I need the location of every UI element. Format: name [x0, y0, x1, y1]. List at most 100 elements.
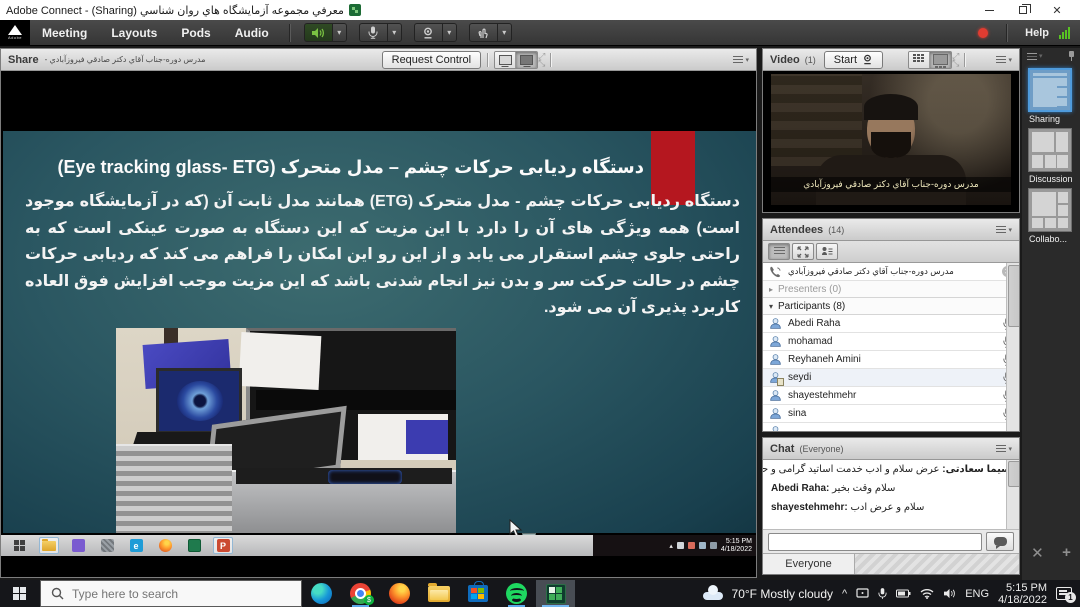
taskbar-search[interactable]: [40, 580, 302, 607]
video-pod-body: مدرس دوره-جناب آقاي دكتر صادقي فيروزآباد…: [763, 71, 1019, 212]
notification-badge: 1: [1065, 592, 1076, 603]
collapse-arrow-icon[interactable]: ▸: [769, 285, 773, 294]
taskbar-clock[interactable]: 5:15 PM 4/18/2022: [998, 582, 1047, 606]
participant-icon: [769, 407, 782, 420]
chat-pod-header: Chat (Everyone) ▾: [763, 438, 1019, 460]
attendee-row[interactable]: Reyhaneh Amini: [763, 351, 1019, 369]
chat-text: سلام و عرض ادب: [850, 502, 924, 513]
host-phone-row[interactable]: مدرس دوره-جناب آقاي دكتر صادقي فيروزآباد…: [763, 263, 1019, 281]
adobe-wordmark: Adobe: [8, 35, 22, 40]
microsoft-store-icon[interactable]: [458, 580, 497, 607]
chat-input[interactable]: [768, 533, 982, 551]
menubar-divider: [1006, 24, 1007, 42]
layout-thumbnail-discussion[interactable]: [1028, 128, 1072, 172]
chrome-icon[interactable]: $: [341, 580, 380, 607]
adobe-a-icon: [8, 25, 22, 35]
breakout-view-icon[interactable]: [792, 243, 814, 260]
speaker-icon[interactable]: [304, 23, 332, 42]
attendees-count: (14): [828, 225, 844, 235]
share-document-name: مدرس دوره-جناب آقاي دكتر صادقي فيروزآباد…: [45, 55, 206, 64]
weather-cloud-icon[interactable]: [703, 588, 723, 600]
search-input[interactable]: [72, 587, 272, 601]
display-tray-icon[interactable]: [856, 588, 869, 600]
pin-icon[interactable]: [1068, 51, 1075, 61]
participants-group-row[interactable]: ▾ Participants (8): [763, 298, 1019, 315]
pod-options-menu-icon[interactable]: ▾: [996, 445, 1012, 453]
layouts-menu-icon[interactable]: ▾: [1027, 52, 1043, 60]
menubar-right: Help: [978, 24, 1080, 42]
pod-options-menu-icon[interactable]: ▾: [996, 56, 1012, 64]
raise-hand-icon[interactable]: [469, 23, 497, 42]
expand-arrow-icon[interactable]: ▾: [769, 302, 773, 311]
fullscreen-icon[interactable]: ⤢⤡: [538, 53, 544, 67]
connection-strength-icon[interactable]: [1059, 27, 1070, 39]
close-button[interactable]: ✕: [1040, 0, 1074, 20]
attendee-status-view-icon[interactable]: [816, 243, 838, 260]
minimize-button[interactable]: [972, 0, 1006, 20]
raise-hand-dropdown[interactable]: ▾: [497, 23, 512, 42]
attendee-row-partial[interactable]: [763, 423, 1019, 431]
volume-tray-icon[interactable]: [943, 588, 956, 599]
scrollbar-thumb[interactable]: [1008, 265, 1019, 327]
attendees-scrollbar[interactable]: [1006, 263, 1019, 431]
speaker-dropdown[interactable]: ▾: [332, 23, 347, 42]
notification-center-icon[interactable]: 1: [1056, 587, 1072, 600]
microphone-dropdown[interactable]: ▾: [387, 23, 402, 42]
weather-label[interactable]: 70°F Mostly cloudy: [732, 587, 834, 601]
filmstrip-view-icon[interactable]: [930, 52, 951, 68]
request-control-button[interactable]: Request Control: [382, 51, 482, 69]
webcam-dropdown[interactable]: ▾: [442, 23, 457, 42]
start-webcam-button[interactable]: Start: [824, 51, 883, 69]
attendee-row[interactable]: shayestehmehr: [763, 387, 1019, 405]
menu-layouts[interactable]: Layouts: [99, 20, 169, 46]
header-divider: [487, 53, 488, 67]
host-name: مدرس دوره-جناب آقاي دكتر صادقي فيروزآباد…: [788, 266, 954, 277]
presenters-group-row[interactable]: ▸ Presenters (0): [763, 281, 1019, 298]
wifi-tray-icon[interactable]: [920, 588, 934, 599]
pod-options-menu-icon[interactable]: ▾: [996, 226, 1012, 234]
adobe-logo: Adobe: [0, 20, 30, 46]
fit-width-icon[interactable]: [516, 52, 537, 68]
attendee-row[interactable]: sina: [763, 405, 1019, 423]
attendee-row-selected[interactable]: seydi: [763, 369, 1019, 387]
restore-button[interactable]: [1006, 0, 1040, 20]
firefox-icon[interactable]: [380, 580, 419, 607]
grid-view-icon[interactable]: [909, 52, 930, 68]
shared-screen: دستگاه ردیابی حرکات چشم – مدل متحرک (Eye…: [1, 71, 756, 577]
attendee-list-view-icon[interactable]: [768, 243, 790, 260]
start-button[interactable]: [0, 580, 40, 607]
attendee-row[interactable]: Abedi Raha: [763, 315, 1019, 333]
close-chat-icon[interactable]: ✕: [1031, 544, 1044, 562]
microphone-icon[interactable]: [359, 23, 387, 42]
layout-thumbnail-sharing[interactable]: [1028, 68, 1072, 112]
adobe-connect-taskbar-icon[interactable]: [536, 580, 575, 607]
file-explorer-icon[interactable]: [419, 580, 458, 607]
help-menu[interactable]: Help: [1025, 27, 1049, 39]
language-indicator[interactable]: ENG: [965, 588, 989, 600]
edge-icon[interactable]: [302, 580, 341, 607]
menu-audio[interactable]: Audio: [223, 20, 281, 46]
webcam-icon[interactable]: [414, 23, 442, 42]
pod-options-menu-icon[interactable]: ▾: [733, 56, 749, 64]
shared-screen-taskbar: e P ▴ 5:15 PM 4/18/2022: [1, 535, 756, 556]
chat-scrollbar[interactable]: [1006, 460, 1019, 529]
menu-meeting[interactable]: Meeting: [30, 20, 99, 46]
fit-page-icon[interactable]: [495, 52, 516, 68]
spotify-icon[interactable]: [497, 580, 536, 607]
add-pod-icon[interactable]: +: [1062, 544, 1071, 562]
send-message-button[interactable]: [986, 532, 1014, 551]
scrollbar-thumb[interactable]: [1008, 461, 1019, 487]
attendee-row[interactable]: mohamad: [763, 333, 1019, 351]
microphone-tray-icon[interactable]: [878, 587, 887, 600]
layout-thumbnail-collaboration[interactable]: [1028, 188, 1072, 232]
layout-option-sharing[interactable]: Sharing: [1028, 68, 1074, 124]
show-hidden-icons[interactable]: ^: [842, 588, 847, 600]
chat-scope: (Everyone): [799, 444, 843, 454]
tab-everyone[interactable]: Everyone: [763, 554, 855, 574]
layout-option-discussion[interactable]: Discussion: [1028, 128, 1074, 184]
layout-option-collaboration[interactable]: Collabo...: [1028, 188, 1074, 244]
menu-pods[interactable]: Pods: [169, 20, 222, 46]
video-count: (1): [805, 55, 816, 65]
battery-tray-icon[interactable]: [896, 589, 911, 598]
fullscreen-icon[interactable]: ⤢⤡: [952, 53, 958, 67]
